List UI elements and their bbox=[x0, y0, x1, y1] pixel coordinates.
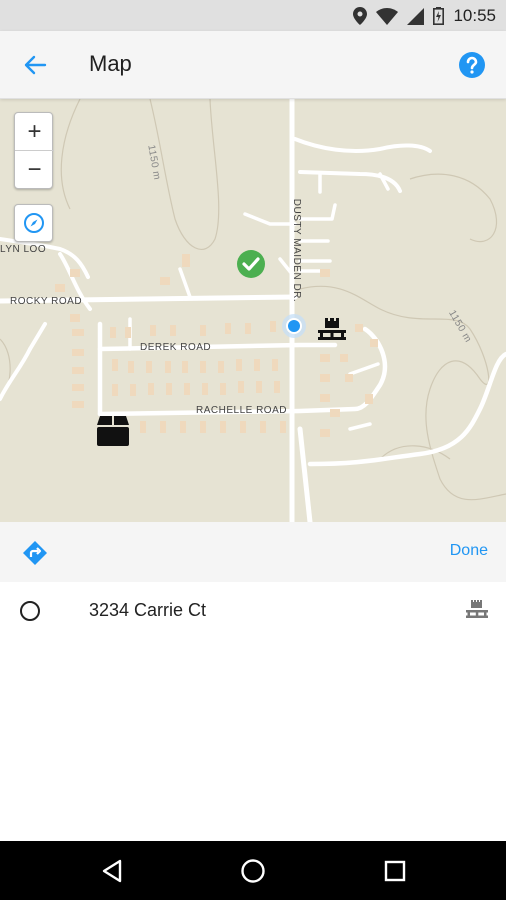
home-circle-icon bbox=[241, 859, 265, 883]
pallet-marker-icon[interactable] bbox=[316, 317, 348, 343]
check-marker-icon[interactable] bbox=[236, 249, 266, 279]
status-icons: 10:55 bbox=[353, 5, 496, 27]
street-label-derek-road: DEREK ROAD bbox=[140, 342, 212, 353]
recents-square-icon bbox=[384, 860, 406, 882]
street-label-rocky-road: ROCKY ROAD bbox=[10, 296, 83, 307]
wifi-icon bbox=[376, 7, 399, 25]
street-label-rachelle-road: RACHELLE ROAD bbox=[196, 405, 287, 416]
pallet-icon bbox=[466, 600, 488, 618]
back-button[interactable] bbox=[18, 51, 52, 79]
back-triangle-icon bbox=[102, 859, 122, 883]
map-canvas bbox=[0, 99, 506, 522]
compass-button[interactable] bbox=[14, 204, 53, 242]
stop-radio-button[interactable] bbox=[20, 601, 40, 621]
route-bar: Done bbox=[0, 522, 506, 582]
stop-list: 3234 Carrie Ct bbox=[0, 582, 506, 841]
street-label-dusty-maiden: DUSTY MAIDEN DR. bbox=[291, 198, 303, 303]
nav-back-button[interactable] bbox=[96, 855, 128, 887]
street-label-lyn-loop: LYN LOO bbox=[0, 244, 47, 255]
list-item[interactable]: 3234 Carrie Ct bbox=[0, 582, 506, 638]
stop-address: 3234 Carrie Ct bbox=[89, 600, 207, 620]
app-bar: Map bbox=[0, 31, 506, 99]
system-nav-bar bbox=[0, 841, 506, 900]
compass-icon bbox=[23, 213, 44, 233]
arrow-left-icon bbox=[24, 55, 47, 75]
nav-recents-button[interactable] bbox=[379, 855, 411, 887]
nav-home-button[interactable] bbox=[237, 855, 269, 887]
help-button[interactable] bbox=[458, 51, 486, 79]
map-view[interactable]: ROCKY ROAD DEREK ROAD RACHELLE ROAD LYN … bbox=[0, 99, 506, 522]
page-title: Map bbox=[89, 51, 132, 76]
directions-button[interactable] bbox=[22, 540, 48, 566]
status-bar: 10:55 bbox=[0, 0, 506, 31]
package-marker-icon[interactable] bbox=[97, 416, 129, 446]
current-location-icon bbox=[282, 314, 306, 338]
directions-icon bbox=[23, 541, 47, 565]
help-circle-icon bbox=[459, 52, 485, 78]
zoom-in-button[interactable]: + bbox=[15, 113, 54, 151]
status-time: 10:55 bbox=[453, 6, 496, 25]
location-icon bbox=[353, 7, 368, 25]
zoom-out-button[interactable]: − bbox=[15, 151, 54, 189]
done-button[interactable]: Done bbox=[450, 542, 488, 560]
signal-icon bbox=[407, 7, 425, 25]
zoom-control: + − bbox=[14, 112, 54, 189]
battery-icon bbox=[433, 7, 445, 25]
